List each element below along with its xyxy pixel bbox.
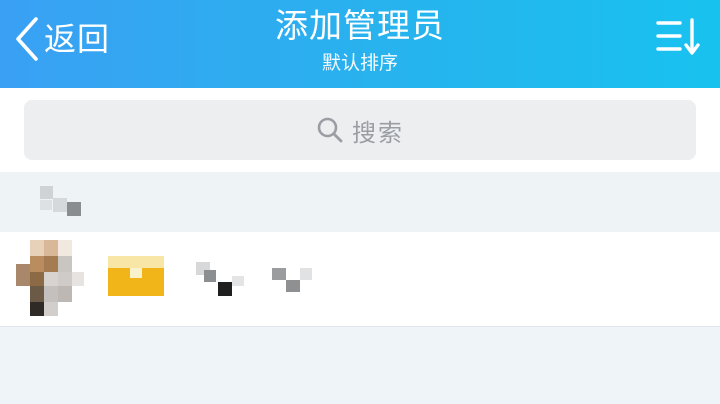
back-label: 返回: [44, 20, 111, 58]
back-button[interactable]: 返回: [14, 14, 110, 64]
chevron-left-icon: [14, 16, 40, 62]
member-list-item[interactable]: [0, 232, 720, 327]
member-name-mosaic: [196, 262, 312, 296]
search-placeholder: 搜索: [352, 118, 404, 147]
search-input[interactable]: 搜索: [24, 100, 696, 160]
header-bar: 返回 添加管理员 默认排序: [0, 0, 720, 88]
section-title-mosaic: [40, 186, 81, 216]
search-area: 搜索: [0, 88, 720, 172]
empty-list-area: [0, 327, 720, 404]
page-title: 添加管理员: [275, 6, 445, 45]
sort-mode-subtitle[interactable]: 默认排序: [160, 52, 560, 74]
member-badge-icon: [108, 256, 164, 296]
sort-icon: [656, 17, 704, 61]
section-header: [0, 172, 720, 232]
sort-button[interactable]: [654, 14, 706, 64]
search-icon: [316, 116, 344, 144]
avatar: [16, 240, 86, 318]
title-block: 添加管理员 默认排序: [160, 0, 560, 74]
